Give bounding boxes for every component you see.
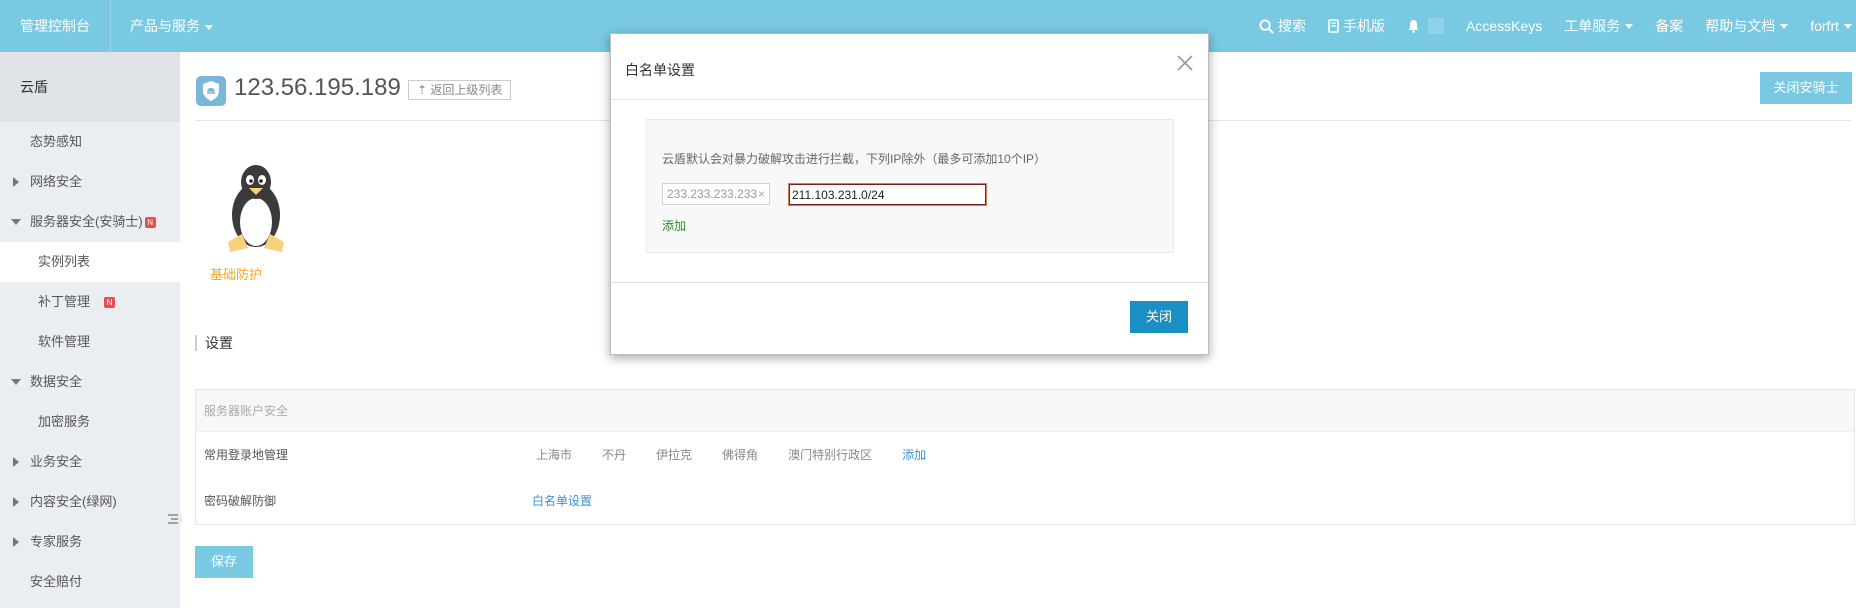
caret-right-icon [13, 457, 19, 467]
sidebar-item-label: 专家服务 [30, 534, 83, 549]
sidebar-item-label: 安全赔付 [30, 574, 83, 589]
brute-force-row: 密码破解防御 白名单设置 [196, 478, 1854, 524]
sidebar-item-label: 业务安全 [30, 454, 83, 469]
ip-tag-text: 233.233.233.233 [667, 187, 758, 201]
caret-down-icon [11, 379, 21, 385]
city-item: 澳门特别行政区 [788, 448, 873, 462]
whitelist-ip-tag: 233.233.233.233× [662, 183, 771, 205]
account-security-panel: 服务器账户安全 常用登录地管理 上海市 不丹 伊拉克 佛得角 澳门特别行政区 添… [195, 389, 1855, 525]
sidebar-item-security-compensation[interactable]: 安全赔付 [0, 562, 180, 602]
close-knight-button[interactable]: 关闭安骑士 [1760, 72, 1852, 104]
search-label: 搜索 [1277, 18, 1306, 34]
sidebar-item-data-security[interactable]: 数据安全 [0, 362, 180, 402]
tickets-menu[interactable]: 工单服务 [1564, 16, 1634, 36]
caret-right-icon [13, 177, 19, 187]
sidebar-item-situation-awareness[interactable]: 态势感知 [0, 122, 180, 162]
sidebar-item-label: 数据安全 [30, 374, 83, 389]
notifications-button[interactable] [1407, 18, 1444, 34]
sidebar-item-label: 加密服务 [38, 414, 91, 429]
remove-tag-icon[interactable]: × [758, 187, 765, 201]
chevron-down-icon [1625, 23, 1634, 29]
user-menu[interactable]: forfrt [1810, 18, 1852, 34]
mobile-version-button[interactable]: 手机版 [1328, 16, 1385, 36]
shield-icon [196, 76, 226, 106]
new-badge: N [144, 217, 156, 229]
products-label: 产品与服务 [130, 18, 200, 34]
help-menu[interactable]: 帮助与文档 [1705, 16, 1789, 36]
page-title: 123.56.195.189 [234, 74, 401, 101]
sidebar-item-label: 态势感知 [30, 134, 83, 149]
new-badge: N [104, 297, 116, 309]
sidebar: 云盾 态势感知 网络安全 服务器安全(安骑士) N 实例列表 补丁管理 N 软件管理… [0, 52, 180, 608]
sidebar-item-encryption-service[interactable]: 加密服务 [0, 402, 180, 442]
sidebar-item-instance-list[interactable]: 实例列表 [0, 242, 180, 282]
sidebar-title: 云盾 [0, 52, 180, 122]
back-to-list-button[interactable]: ⇡ 返回上级列表 [408, 80, 512, 100]
search-icon [1259, 18, 1274, 34]
search-button[interactable]: 搜索 [1259, 16, 1306, 36]
bell-icon [1408, 20, 1419, 33]
notification-count-badge [1427, 18, 1444, 34]
sidebar-item-expert-service[interactable]: 专家服务 [0, 522, 180, 562]
whitelist-modal: 白名单设置 云盾默认会对暴力破解攻击进行拦截，下列IP除外（最多可添加10个IP… [610, 33, 1209, 355]
sidebar-item-label: 软件管理 [38, 334, 91, 349]
protection-level-label: 基础防护 [210, 267, 263, 282]
sidebar-item-label: 实例列表 [38, 254, 91, 269]
caret-down-icon [11, 219, 21, 225]
products-menu[interactable]: 产品与服务 [130, 0, 213, 52]
whitelist-settings-link[interactable]: 白名单设置 [532, 478, 592, 524]
panel-header: 服务器账户安全 [196, 390, 1854, 432]
linux-penguin-icon [228, 165, 284, 252]
close-icon[interactable] [1176, 54, 1194, 72]
sidebar-item-content-security[interactable]: 内容安全(绿网) [0, 482, 180, 522]
row-label: 常用登录地管理 [204, 448, 289, 462]
city-list: 上海市 不丹 伊拉克 佛得角 澳门特别行政区 添加 [536, 432, 956, 478]
top-right-menu: 搜索 手机版 AccessKeys 工单服务 备案 帮助与文档 forfrt [1237, 0, 1856, 52]
caret-right-icon [13, 537, 19, 547]
close-button[interactable]: 关闭 [1130, 301, 1188, 333]
mobile-label: 手机版 [1342, 18, 1385, 34]
chevron-down-icon [205, 24, 213, 30]
help-label: 帮助与文档 [1705, 18, 1776, 34]
divider [611, 282, 1208, 283]
city-item: 伊拉克 [656, 448, 693, 462]
city-item: 上海市 [536, 448, 573, 462]
chevron-down-icon [1844, 23, 1852, 29]
divider [110, 0, 111, 52]
sidebar-item-software-management[interactable]: 软件管理 [0, 322, 180, 362]
menu-icon [168, 514, 178, 524]
sidebar-item-label: 服务器安全(安骑士) [30, 214, 143, 229]
sidebar-item-network-security[interactable]: 网络安全 [0, 162, 180, 202]
add-ip-link[interactable]: 添加 [662, 217, 686, 234]
city-item: 佛得角 [722, 448, 759, 462]
row-label: 密码破解防御 [204, 494, 277, 508]
whitelist-form: 云盾默认会对暴力破解攻击进行拦截，下列IP除外（最多可添加10个IP） 233.… [646, 119, 1174, 253]
tickets-label: 工单服务 [1564, 18, 1621, 34]
mobile-icon [1328, 19, 1339, 33]
add-location-link[interactable]: 添加 [902, 432, 926, 478]
settings-section-title: 设置 [195, 335, 233, 351]
username: forfrt [1810, 18, 1839, 34]
console-home-link[interactable]: 管理控制台 [20, 0, 90, 52]
save-button[interactable]: 保存 [195, 546, 253, 578]
sidebar-item-label: 网络安全 [30, 174, 83, 189]
divider [611, 99, 1208, 100]
back-label: 返回上级列表 [430, 83, 503, 97]
whitelist-description: 云盾默认会对暴力破解攻击进行拦截，下列IP除外（最多可添加10个IP） [662, 152, 1047, 166]
sidebar-item-label: 内容安全(绿网) [30, 494, 117, 509]
sidebar-item-label: 补丁管理 [38, 294, 91, 309]
ip-input[interactable] [788, 183, 987, 206]
accesskeys-link[interactable]: AccessKeys [1466, 18, 1542, 34]
sidebar-item-patch-management[interactable]: 补丁管理 N [0, 282, 180, 322]
sidebar-item-business-security[interactable]: 业务安全 [0, 442, 180, 482]
up-arrow-icon: ⇡ [417, 83, 431, 97]
login-location-row: 常用登录地管理 上海市 不丹 伊拉克 佛得角 澳门特别行政区 添加 [196, 432, 1854, 478]
beian-link[interactable]: 备案 [1655, 16, 1683, 36]
city-item: 不丹 [602, 448, 627, 462]
sidebar-item-server-security[interactable]: 服务器安全(安骑士) N [0, 202, 180, 242]
chevron-down-icon [1780, 23, 1789, 29]
modal-title: 白名单设置 [625, 62, 695, 78]
caret-right-icon [13, 497, 19, 507]
